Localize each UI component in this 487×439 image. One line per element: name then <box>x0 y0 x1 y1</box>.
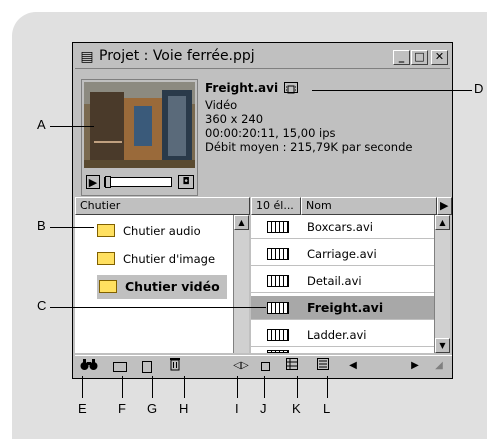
file-name: Ladder.avi <box>307 328 367 342</box>
close-button[interactable]: ✕ <box>431 50 448 65</box>
callout-k: K <box>292 401 301 416</box>
leader-line-j <box>264 376 265 398</box>
leader-line-b <box>50 227 94 228</box>
callout-a: A <box>37 117 46 132</box>
leader-line-e <box>82 376 83 398</box>
clip-thumbnail: ▶ ◘ <box>81 79 198 196</box>
column-headers: Chutier 10 él... Nom ▶ <box>75 197 452 215</box>
callout-f: F <box>118 401 126 416</box>
scroll-left-arrow-icon[interactable]: ◀ <box>343 357 363 375</box>
callout-j: J <box>260 401 267 416</box>
item-count-header[interactable]: 10 él... <box>251 197 301 215</box>
file-row[interactable]: Ladder.avi <box>251 323 434 347</box>
film-icon <box>267 302 289 314</box>
folder-icon <box>97 224 115 237</box>
file-row-partial <box>251 350 434 353</box>
film-icon-small <box>284 82 299 94</box>
callout-b: B <box>37 218 46 233</box>
scroll-up-arrow-icon[interactable]: ▲ <box>234 215 249 230</box>
project-icon: ▤ <box>80 49 94 65</box>
delete-trash-icon[interactable] <box>165 357 185 375</box>
thumbnail-view-icon[interactable] <box>282 357 302 375</box>
callout-c: C <box>37 298 47 313</box>
project-window: ▤ Projet : Voie ferrée.ppj _ □ ✕ ▶ ◘ Fre… <box>72 42 453 379</box>
leader-line-g <box>152 376 153 398</box>
thumbnail-image <box>84 82 195 168</box>
file-row-selected[interactable]: Freight.avi <box>251 296 434 320</box>
leader-line-l <box>327 376 328 398</box>
clip-duration: 00:00:20:11, 15,00 ips <box>205 126 336 140</box>
leader-line-c <box>50 307 266 308</box>
bin-scrollbar[interactable]: ▲ <box>233 215 249 353</box>
bin-list: Chutier audio Chutier d'image Chutier vi… <box>75 215 249 353</box>
file-row[interactable]: Carriage.avi <box>251 242 434 266</box>
bin-label: Chutier d'image <box>123 252 216 266</box>
callout-i: I <box>235 401 239 416</box>
film-icon <box>267 248 289 260</box>
file-scrollbar[interactable]: ▲ ▼ <box>434 215 450 353</box>
file-name: Freight.avi <box>307 300 384 315</box>
panel-menu-arrow-icon[interactable]: ▶ <box>437 197 452 215</box>
freight-car-image <box>84 82 195 168</box>
scroll-down-arrow-icon[interactable]: ▼ <box>435 338 450 353</box>
film-icon <box>267 221 289 233</box>
clip-name: Freight.avi <box>205 81 279 95</box>
leader-line-i <box>237 376 238 398</box>
seek-handle[interactable] <box>105 176 111 188</box>
bin-label: Chutier vidéo <box>125 279 220 294</box>
file-row[interactable]: Boxcars.avi <box>251 215 434 239</box>
maximize-button[interactable]: □ <box>411 50 428 65</box>
leader-line-k <box>297 376 298 398</box>
clip-name-row: Freight.avi <box>205 81 299 95</box>
clip-type: Vidéo <box>205 98 238 112</box>
minimize-button[interactable]: _ <box>393 50 410 65</box>
play-icon[interactable]: ▶ <box>86 175 100 189</box>
film-icon <box>267 350 289 353</box>
window-title: Projet : Voie ferrée.ppj <box>99 48 255 64</box>
scroll-right-arrow-icon[interactable]: ▶ <box>405 357 425 375</box>
leader-line-h <box>184 376 185 398</box>
icon-view-icon[interactable] <box>255 357 275 375</box>
callout-h: H <box>179 401 189 416</box>
resize-grip-icon[interactable]: ◢ <box>429 357 449 375</box>
callout-d: D <box>474 81 484 96</box>
new-bin-icon[interactable] <box>110 357 130 375</box>
folder-icon <box>97 252 115 265</box>
leader-line-d <box>312 90 472 91</box>
name-column-header[interactable]: Nom <box>301 197 437 215</box>
scroll-up-arrow-icon[interactable]: ▲ <box>435 215 450 230</box>
folder-icon <box>99 280 117 293</box>
resize-divider-icon[interactable]: ◁▷ <box>231 357 251 375</box>
bin-item-video[interactable]: Chutier vidéo <box>97 275 227 299</box>
file-name: Boxcars.avi <box>307 220 373 234</box>
file-name: Detail.avi <box>307 274 362 288</box>
file-row[interactable]: Detail.avi <box>251 269 434 293</box>
bin-item-audio[interactable]: Chutier audio <box>97 219 237 243</box>
callout-e: E <box>78 401 87 416</box>
file-name: Carriage.avi <box>307 247 377 261</box>
thumbnail-controls: ▶ ◘ <box>84 173 195 191</box>
list-view-icon[interactable] <box>313 357 333 375</box>
film-icon <box>267 329 289 341</box>
clip-dimensions: 360 x 240 <box>205 112 264 126</box>
clip-data-rate: Débit moyen : 215,79K par seconde <box>205 140 413 154</box>
new-item-icon[interactable] <box>137 357 157 375</box>
callout-g: G <box>147 401 158 416</box>
film-icon <box>267 275 289 287</box>
leader-line-a <box>50 126 94 127</box>
bin-column-header[interactable]: Chutier <box>75 197 250 215</box>
find-binoculars-icon[interactable] <box>79 357 99 375</box>
leader-line-f <box>122 376 123 398</box>
bin-item-image[interactable]: Chutier d'image <box>97 247 237 271</box>
bin-label: Chutier audio <box>123 224 201 238</box>
thumbnail-seek-bar[interactable] <box>104 176 172 188</box>
poster-frame-icon[interactable]: ◘ <box>178 175 194 189</box>
title-bar[interactable]: ▤ Projet : Voie ferrée.ppj _ □ ✕ <box>75 45 450 69</box>
project-toolbar: ◁▷ ◀ ▶ ◢ <box>75 355 452 377</box>
callout-l: L <box>323 401 331 416</box>
file-list: Boxcars.avi Carriage.avi Detail.avi Frei… <box>251 215 434 353</box>
